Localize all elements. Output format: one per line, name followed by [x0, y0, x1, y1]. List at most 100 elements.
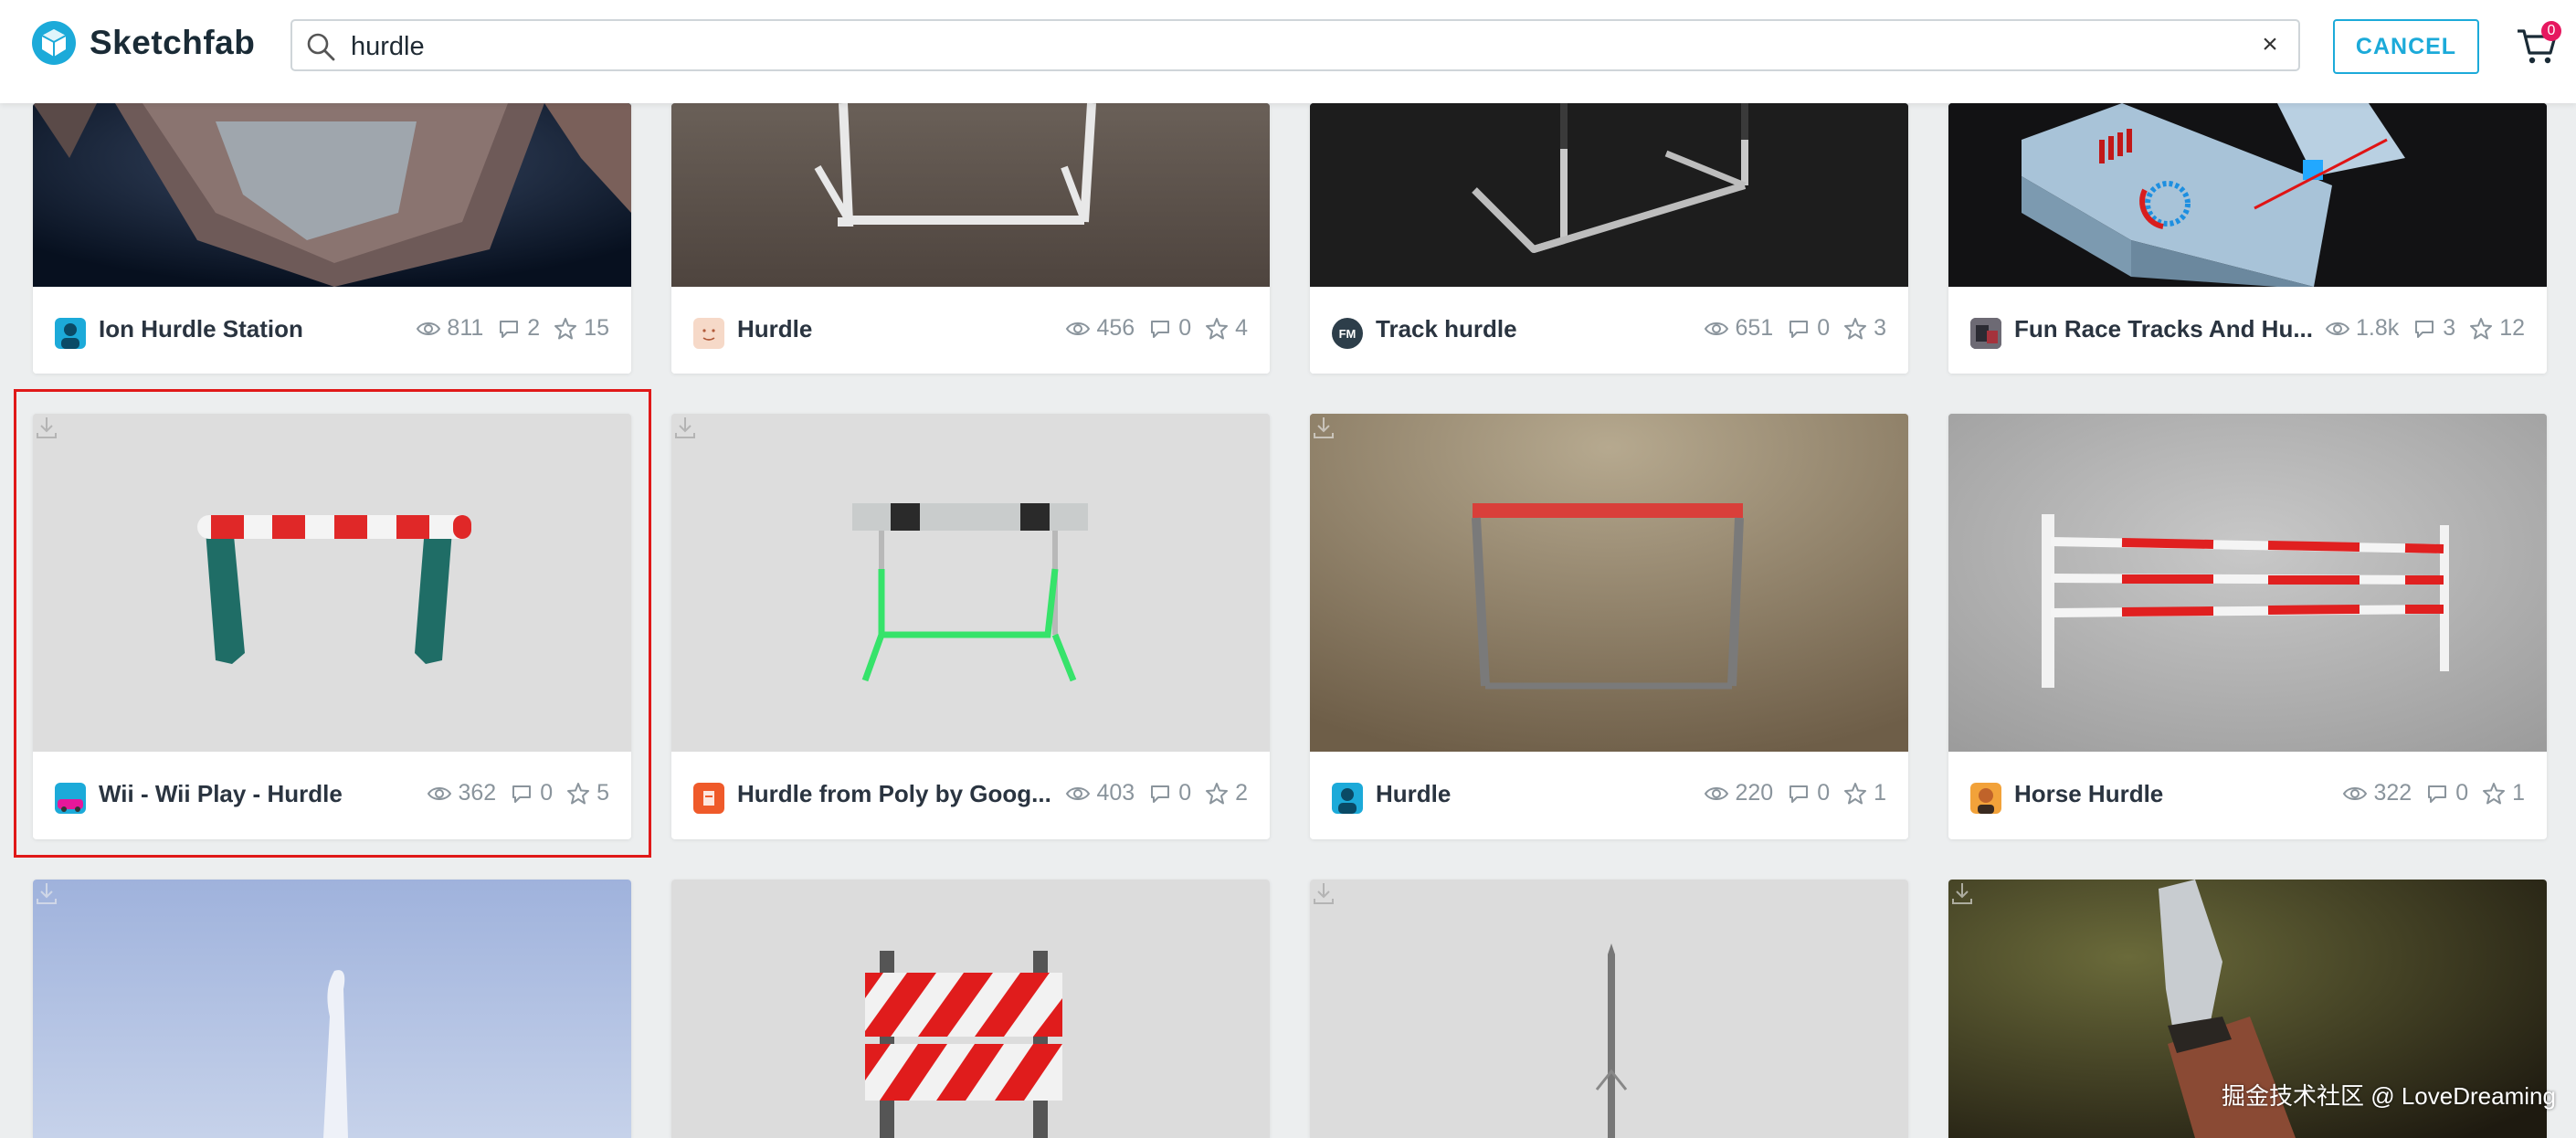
model-thumbnail[interactable] — [671, 103, 1270, 287]
model-stats: 322 0 1 — [2329, 780, 2525, 806]
result-card[interactable]: Hurdle from Poly by Goog... 403 0 2 — [671, 414, 1270, 839]
star-icon — [1844, 317, 1867, 339]
card-footer: Hurdle 220 0 1 — [1310, 752, 1908, 838]
star-icon — [1844, 782, 1867, 804]
comment-count: 2 — [496, 315, 540, 342]
model-title[interactable]: Horse Hurdle — [2014, 780, 2163, 808]
download-icon[interactable] — [1948, 880, 1976, 907]
cart-badge: 0 — [2541, 21, 2561, 41]
result-card[interactable]: FM Track hurdle 651 0 3 — [1310, 103, 1908, 374]
model-stats: 403 0 2 — [1052, 780, 1248, 806]
watermark-text: 掘金技术社区 @ LoveDreaming — [2222, 1082, 2556, 1110]
download-icon[interactable] — [33, 414, 60, 441]
download-icon[interactable] — [671, 414, 699, 441]
download-icon[interactable] — [1310, 414, 1337, 441]
author-avatar[interactable] — [693, 783, 724, 814]
card-footer: FM Track hurdle 651 0 3 — [1310, 287, 1908, 374]
view-count: 456 — [1065, 315, 1135, 342]
model-stats: 456 0 4 — [1052, 315, 1248, 342]
view-count: 362 — [427, 780, 496, 806]
result-card[interactable] — [33, 880, 631, 1138]
like-count: 12 — [2468, 315, 2525, 342]
card-footer: Fun Race Tracks And Hu... 1.8k 3 12 — [1948, 287, 2547, 374]
card-footer: Ion Hurdle Station 811 2 15 — [33, 287, 631, 374]
result-card[interactable]: Horse Hurdle 322 0 1 — [1948, 414, 2547, 839]
model-thumbnail[interactable] — [1948, 414, 2547, 752]
eye-icon — [428, 786, 452, 800]
brand-name: Sketchfab — [90, 24, 256, 61]
view-count: 220 — [1704, 780, 1773, 806]
search-input[interactable] — [349, 26, 2180, 67]
author-avatar[interactable] — [1970, 783, 2001, 814]
eye-icon — [1066, 786, 1091, 800]
eye-icon — [1705, 786, 1729, 800]
model-thumbnail[interactable] — [1310, 414, 1908, 752]
model-title[interactable]: Hurdle — [1376, 780, 1451, 808]
view-count: 1.8k — [2325, 315, 2399, 342]
model-preview-image — [671, 414, 1270, 752]
star-icon — [1206, 317, 1229, 339]
model-preview-image — [33, 880, 631, 1138]
sketchfab-logo[interactable]: Sketchfab — [31, 20, 255, 66]
star-icon — [567, 782, 590, 804]
eye-icon — [1066, 321, 1091, 335]
author-avatar[interactable]: FM — [1332, 318, 1363, 349]
model-preview-image — [1948, 414, 2547, 752]
model-stats: 651 0 3 — [1691, 315, 1886, 342]
model-title[interactable]: Ion Hurdle Station — [99, 315, 303, 343]
model-thumbnail[interactable] — [1310, 103, 1908, 287]
result-card[interactable]: Wii - Wii Play - Hurdle 362 0 5 — [33, 414, 631, 839]
download-icon[interactable] — [33, 880, 60, 907]
card-footer: Horse Hurdle 322 0 1 — [1948, 752, 2547, 838]
comment-icon — [1789, 320, 1809, 338]
like-count: 4 — [1204, 315, 1248, 342]
eye-icon — [1705, 321, 1729, 335]
model-title[interactable]: Hurdle from Poly by Goog... — [737, 780, 1051, 808]
author-avatar[interactable] — [55, 783, 86, 814]
model-stats: 220 0 1 — [1691, 780, 1886, 806]
comment-icon — [512, 785, 532, 803]
like-count: 1 — [1842, 780, 1886, 806]
result-card[interactable] — [671, 880, 1270, 1138]
result-card[interactable] — [1310, 880, 1908, 1138]
model-thumbnail[interactable] — [33, 414, 631, 752]
result-card[interactable]: Ion Hurdle Station 811 2 15 — [33, 103, 631, 374]
card-footer: Wii - Wii Play - Hurdle 362 0 5 — [33, 752, 631, 838]
result-card[interactable]: Hurdle 456 0 4 — [671, 103, 1270, 374]
model-stats: 1.8k 3 12 — [2312, 315, 2525, 342]
view-count: 811 — [416, 315, 483, 342]
author-avatar[interactable] — [1970, 318, 2001, 349]
result-card[interactable]: Fun Race Tracks And Hu... 1.8k 3 12 — [1948, 103, 2547, 374]
model-thumbnail[interactable] — [671, 414, 1270, 752]
author-avatar[interactable] — [55, 318, 86, 349]
model-thumbnail[interactable] — [33, 880, 631, 1138]
result-card[interactable]: Hurdle 220 0 1 — [1310, 414, 1908, 839]
comment-icon — [2415, 320, 2434, 338]
model-preview-image — [1310, 880, 1908, 1138]
search-icon — [307, 33, 335, 61]
model-preview-image — [671, 103, 1270, 287]
model-thumbnail[interactable] — [671, 880, 1270, 1138]
clear-search-icon[interactable]: × — [2254, 29, 2286, 60]
view-count: 322 — [2342, 780, 2412, 806]
view-count: 403 — [1065, 780, 1135, 806]
model-title[interactable]: Fun Race Tracks And Hu... — [2014, 315, 2313, 343]
comment-count: 0 — [1786, 315, 1830, 342]
model-thumbnail[interactable] — [1948, 103, 2547, 287]
model-title[interactable]: Track hurdle — [1376, 315, 1517, 343]
model-preview-image — [1310, 414, 1908, 752]
card-footer: Hurdle from Poly by Goog... 403 0 2 — [671, 752, 1270, 838]
model-title[interactable]: Wii - Wii Play - Hurdle — [99, 780, 343, 808]
comment-icon — [1151, 785, 1170, 803]
download-icon[interactable] — [1310, 880, 1337, 907]
model-thumbnail[interactable] — [33, 103, 631, 287]
card-footer: Hurdle 456 0 4 — [671, 287, 1270, 374]
top-header: Sketchfab × CANCEL 0 — [0, 0, 2576, 103]
model-preview-image — [1948, 103, 2547, 287]
model-thumbnail[interactable] — [1310, 880, 1908, 1138]
cancel-button[interactable]: CANCEL — [2333, 19, 2479, 74]
model-preview-image — [33, 414, 631, 752]
model-title[interactable]: Hurdle — [737, 315, 812, 343]
author-avatar[interactable] — [1332, 783, 1363, 814]
author-avatar[interactable] — [693, 318, 724, 349]
